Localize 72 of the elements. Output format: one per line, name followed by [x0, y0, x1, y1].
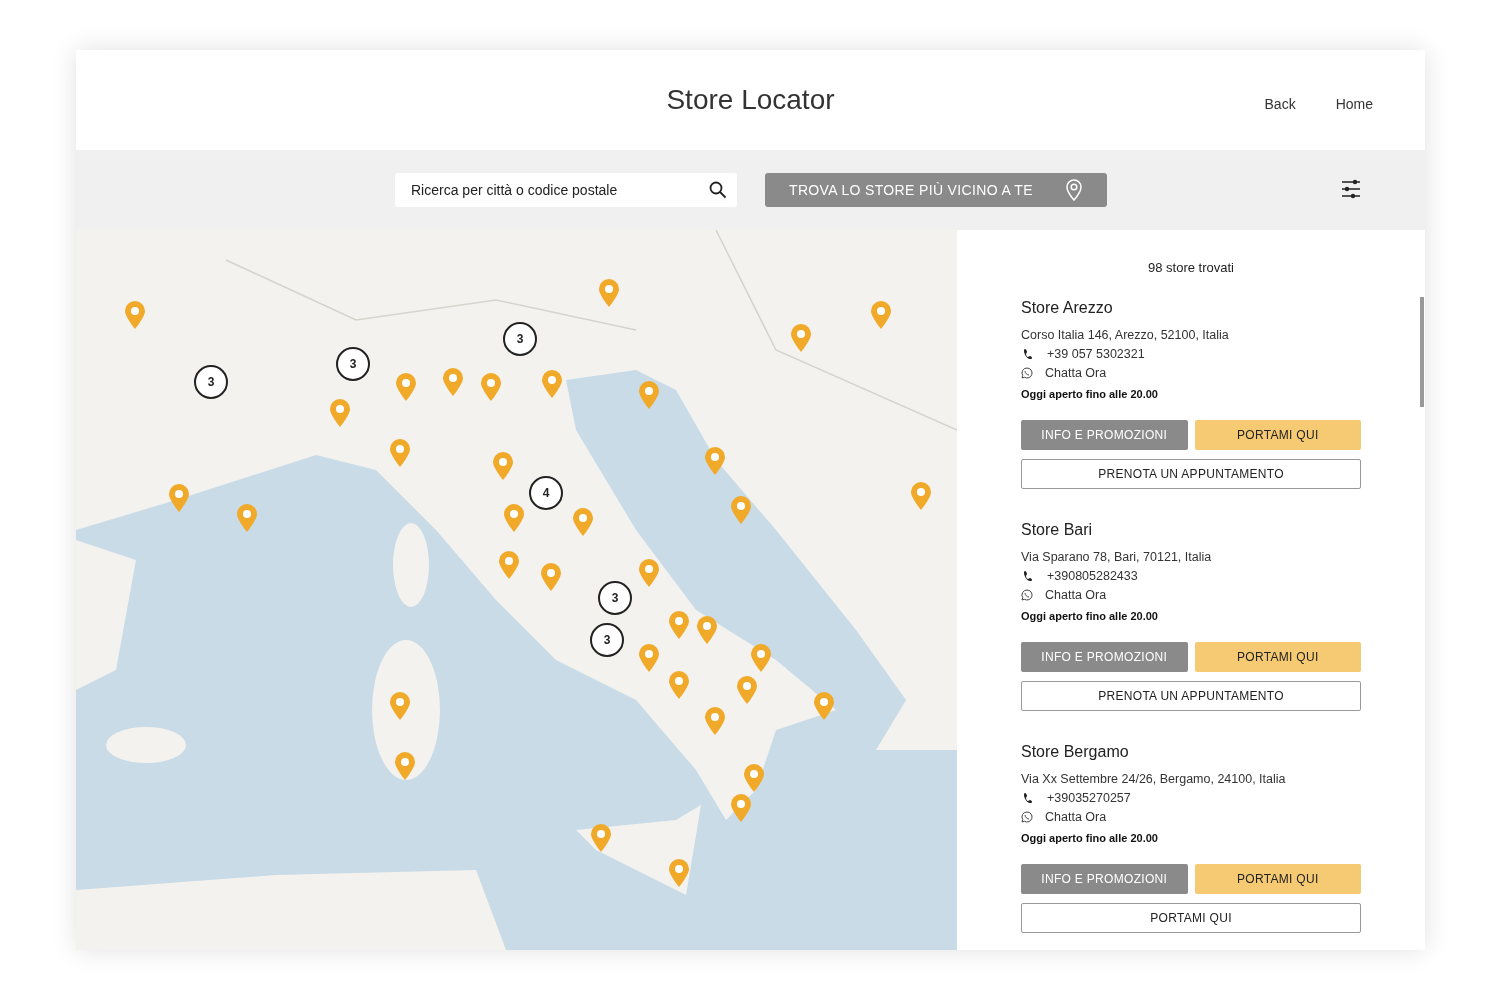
search-icon[interactable] [709, 181, 727, 199]
map-pin-icon[interactable] [328, 398, 352, 428]
map-pin-icon[interactable] [637, 643, 661, 673]
map-pin-icon[interactable] [491, 451, 515, 481]
directions-button[interactable]: PORTAMI QUI [1194, 641, 1361, 672]
map-pin-icon[interactable] [667, 858, 691, 888]
map-pin-icon[interactable] [393, 751, 417, 781]
opening-hours: Oggi aperto fino alle 20.00 [1021, 386, 1159, 402]
opening-hours: Oggi aperto fino alle 20.00 [1021, 830, 1159, 846]
map-pin-icon[interactable] [735, 675, 759, 705]
store-address: Via Sparano 78, Bari, 70121, Italia [1021, 548, 1213, 566]
phone-icon [1023, 792, 1033, 804]
chat-icon [1021, 589, 1033, 601]
nav-link[interactable]: Home [1335, 94, 1373, 115]
store-name: Store Bergamo [1021, 741, 1130, 762]
phone-icon [1023, 570, 1033, 582]
directions-button[interactable]: PORTAMI QUI [1194, 419, 1361, 450]
store-name: Store Bari [1021, 519, 1094, 540]
map-pin-icon[interactable] [589, 823, 613, 853]
map-pin-icon[interactable] [479, 372, 503, 402]
opening-hours: Oggi aperto fino alle 20.00 [1021, 608, 1159, 624]
location-pin-icon [1065, 179, 1083, 201]
map-pin-icon[interactable] [909, 481, 933, 511]
map-pin-icon[interactable] [637, 380, 661, 410]
search-field[interactable]: Ricerca per città o codice postale [395, 173, 737, 207]
scrollbar-thumb[interactable] [1420, 297, 1424, 407]
map-pin-icon[interactable] [441, 367, 465, 397]
appointment-button[interactable]: PORTAMI QUI [1021, 902, 1361, 933]
filter-icon[interactable] [1341, 179, 1361, 199]
map-pin-icon[interactable] [667, 670, 691, 700]
chat-link[interactable]: Chatta Ora [1045, 585, 1107, 605]
page-title: Store Locator [666, 83, 835, 117]
chat-link[interactable]: Chatta Ora [1045, 363, 1107, 383]
map-pin-icon[interactable] [123, 300, 147, 330]
map-pin-icon[interactable] [637, 558, 661, 588]
map-pin-icon[interactable] [388, 691, 412, 721]
map-pin-icon[interactable] [729, 495, 753, 525]
store-name: Store Arezzo [1021, 297, 1114, 318]
map-pin-icon[interactable] [597, 278, 621, 308]
map-pin-icon[interactable] [571, 507, 595, 537]
map-pin-icon[interactable] [667, 610, 691, 640]
nav-link[interactable]: Back [1264, 94, 1296, 115]
results-count: 98 store trovati [1147, 259, 1235, 277]
map-pin-icon[interactable] [703, 446, 727, 476]
map-pin-icon[interactable] [742, 763, 766, 793]
store-address: Via Xx Settembre 24/26, Bergamo, 24100, Italia [1021, 770, 1287, 788]
map-pin-icon[interactable] [703, 706, 727, 736]
map-pin-icon[interactable] [539, 562, 563, 592]
map-pin-icon[interactable] [497, 550, 521, 580]
map-pin-icon[interactable] [729, 793, 753, 823]
phone-number: +39035270257 [1047, 789, 1131, 807]
phone-number: +390805282433 [1047, 567, 1138, 585]
store-address: Corso Italia 146, Arezzo, 52100, Italia [1021, 326, 1230, 344]
map-pin-icon[interactable] [869, 300, 893, 330]
map-pin-icon[interactable] [749, 643, 773, 673]
map-pin-icon[interactable] [394, 372, 418, 402]
chat-link[interactable]: Chatta Ora [1045, 807, 1107, 827]
chat-icon [1021, 367, 1033, 379]
map-pin-icon[interactable] [235, 503, 259, 533]
map-pin-icon[interactable] [540, 369, 564, 399]
map-pin-icon[interactable] [789, 323, 813, 353]
map-pin-icon[interactable] [695, 615, 719, 645]
appointment-button[interactable]: PRENOTA UN APPUNTAMENTO [1021, 680, 1361, 711]
map-pin-icon[interactable] [388, 438, 412, 468]
map-pin-icon[interactable] [812, 691, 836, 721]
chat-icon [1021, 811, 1033, 823]
appointment-button[interactable]: PRENOTA UN APPUNTAMENTO [1021, 458, 1361, 489]
phone-number: +39 057 5302321 [1047, 345, 1145, 363]
directions-button[interactable]: PORTAMI QUI [1194, 863, 1361, 894]
phone-icon [1023, 348, 1033, 360]
map-pin-icon[interactable] [502, 503, 526, 533]
map-pin-icon[interactable] [167, 483, 191, 513]
